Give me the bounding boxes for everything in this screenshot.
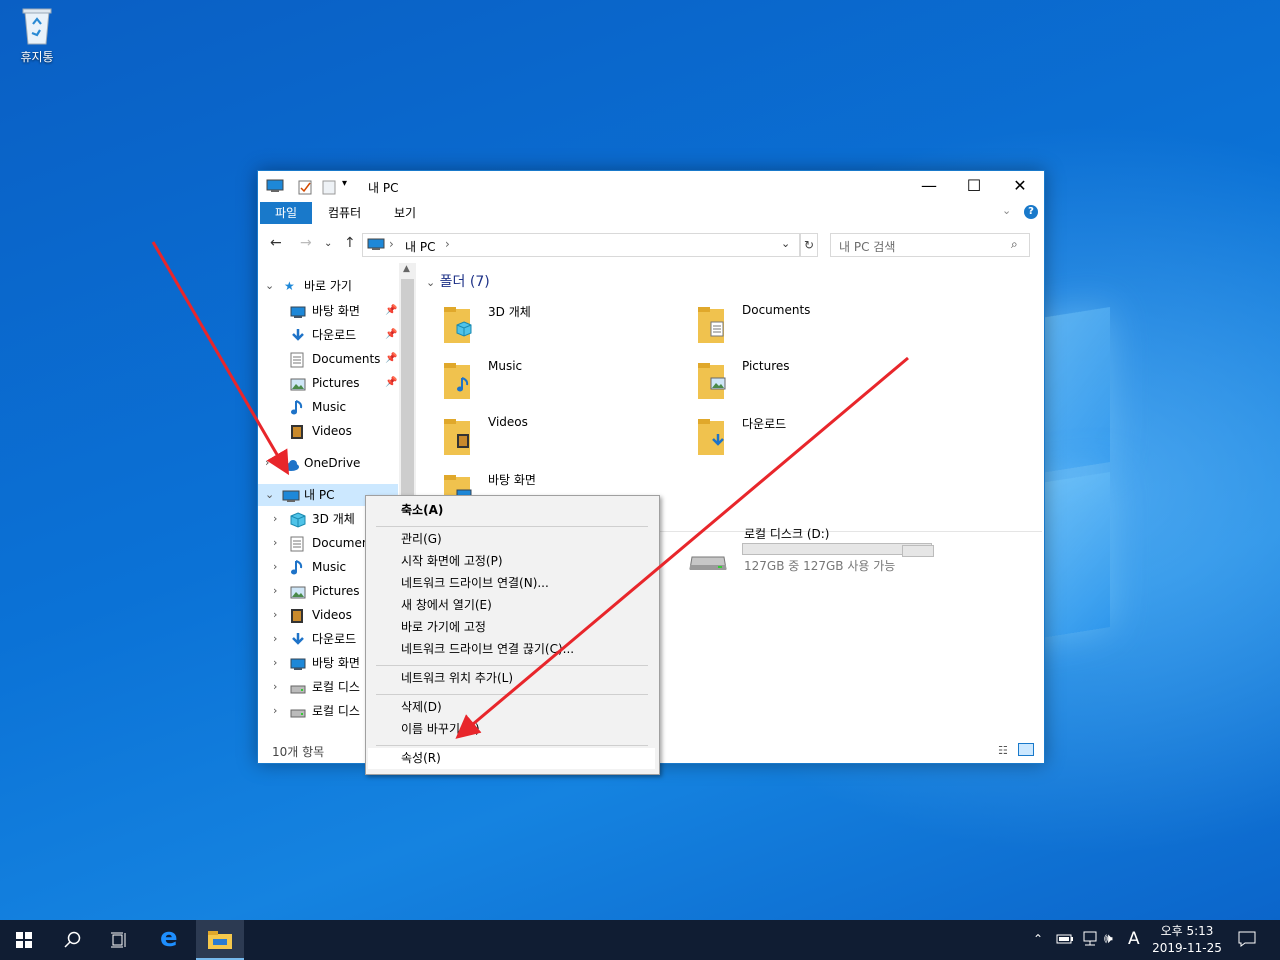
edge-icon: e	[160, 923, 178, 953]
search-icon	[64, 931, 81, 948]
network-icon[interactable]	[1081, 931, 1099, 951]
clock[interactable]: 오후 5:13 2019-11-25	[1144, 923, 1230, 957]
show-hidden-icons-icon[interactable]: ⌃	[1033, 932, 1043, 946]
clock-date: 2019-11-25	[1152, 941, 1222, 955]
edge-button[interactable]: e	[148, 920, 196, 960]
annotation-arrows	[151, 241, 909, 739]
annotation-arrow	[151, 241, 290, 476]
volume-icon[interactable]: 🕪	[1104, 931, 1113, 947]
taskbar: e ⌃ 🕪 A 오후 5:13 2019-11-25	[0, 920, 1280, 960]
input-method-indicator[interactable]: A	[1128, 929, 1140, 949]
task-view-icon	[111, 932, 126, 948]
battery-icon[interactable]	[1056, 933, 1074, 949]
action-center-icon[interactable]	[1238, 930, 1256, 952]
file-explorer-taskbar-button[interactable]	[196, 920, 244, 960]
start-button[interactable]	[0, 920, 48, 960]
task-view-button[interactable]	[96, 920, 144, 960]
windows-icon	[16, 932, 32, 948]
search-button[interactable]	[48, 920, 96, 960]
annotation-arrow	[455, 356, 909, 739]
clock-time: 오후 5:13	[1160, 924, 1214, 938]
folder-icon	[208, 931, 232, 949]
